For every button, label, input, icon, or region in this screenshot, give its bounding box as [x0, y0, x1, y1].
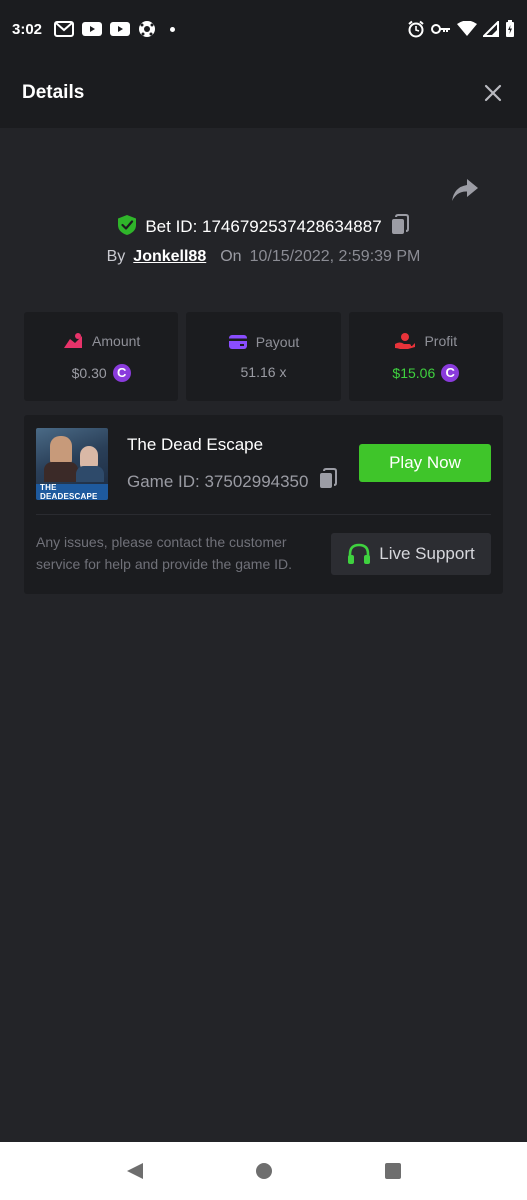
- youtube-icon: [110, 22, 131, 36]
- thumbnail-title: THE DEADESCAPE: [36, 483, 108, 500]
- more-notifications-dot: [170, 26, 176, 32]
- verified-shield-icon: [117, 214, 137, 241]
- status-time: 3:02: [12, 20, 43, 38]
- share-button[interactable]: [450, 176, 480, 204]
- recents-button[interactable]: [378, 1156, 408, 1186]
- recents-square-icon: [384, 1163, 401, 1179]
- headset-icon: [348, 543, 371, 564]
- back-button[interactable]: [120, 1156, 150, 1186]
- game-thumbnail[interactable]: THE DEADESCAPE: [36, 428, 108, 500]
- wifi-icon: [457, 21, 477, 37]
- amount-icon: [64, 332, 83, 348]
- alarm-icon: [407, 20, 425, 38]
- game-card: THE DEADESCAPE The Dead Escape Game ID: …: [24, 415, 503, 594]
- amount-label: Amount: [92, 332, 141, 349]
- payout-card-icon: [228, 334, 247, 349]
- amount-card: Amount $0.30 C: [24, 312, 179, 401]
- profit-icon: [395, 332, 416, 349]
- copy-game-id-button[interactable]: [318, 468, 338, 495]
- battery-icon: [505, 20, 515, 38]
- copy-bet-id-button[interactable]: [390, 213, 410, 241]
- vpn-key-icon: [431, 23, 451, 35]
- bet-byline: By Jonkell88 On 10/15/2022, 2:59:39 PM: [0, 244, 527, 270]
- home-button[interactable]: [249, 1156, 279, 1186]
- payout-card: Payout 51.16 x: [186, 312, 341, 401]
- copy-icon: [391, 213, 409, 234]
- by-label: By: [106, 248, 126, 265]
- live-support-button[interactable]: Live Support: [331, 533, 491, 575]
- issues-text: Any issues, please contact the customer …: [36, 534, 293, 572]
- game-id-text: Game ID: 37502994350: [127, 471, 309, 491]
- play-now-button[interactable]: Play Now: [359, 444, 491, 482]
- divider: [36, 514, 491, 515]
- gmail-icon: [54, 21, 75, 37]
- amount-value: $0.30: [71, 364, 107, 381]
- share-icon: [452, 179, 478, 201]
- page-title: Details: [22, 82, 85, 103]
- coin-icon: C: [112, 363, 131, 382]
- payout-label: Payout: [255, 333, 300, 350]
- home-circle-icon: [255, 1163, 272, 1179]
- bet-id-text: Bet ID: 1746792537428634887: [145, 217, 382, 236]
- live-support-label: Live Support: [379, 544, 475, 563]
- back-triangle-icon: [126, 1163, 143, 1179]
- username-link[interactable]: Jonkell88: [133, 248, 206, 266]
- coin-icon: C: [441, 363, 460, 382]
- system-icons: [407, 20, 515, 38]
- signal-icon: [483, 21, 499, 37]
- notification-icons: [54, 20, 176, 38]
- game-id-row: Game ID: 37502994350: [127, 468, 338, 495]
- payout-value: 51.16 x: [240, 363, 287, 380]
- system-nav-bar: [0, 1142, 527, 1200]
- profit-value: $15.06: [392, 364, 436, 381]
- soccer-ball-icon: [138, 20, 156, 38]
- profit-card: Profit $15.06 C: [348, 312, 503, 401]
- youtube-icon: [82, 22, 103, 36]
- bet-id-row: Bet ID: 1746792537428634887: [0, 212, 527, 242]
- copy-icon: [320, 468, 338, 488]
- close-icon: [484, 84, 502, 102]
- close-button[interactable]: [481, 81, 505, 105]
- bet-datetime: 10/15/2022, 2:59:39 PM: [249, 248, 421, 265]
- status-bar: 3:02: [0, 0, 527, 58]
- details-header: Details: [0, 58, 527, 128]
- game-title: The Dead Escape: [127, 435, 264, 454]
- on-label: On: [220, 248, 242, 265]
- stats-row: Amount $0.30 C Payout 51.16 x Profit $15…: [24, 312, 503, 401]
- profit-label: Profit: [424, 332, 458, 349]
